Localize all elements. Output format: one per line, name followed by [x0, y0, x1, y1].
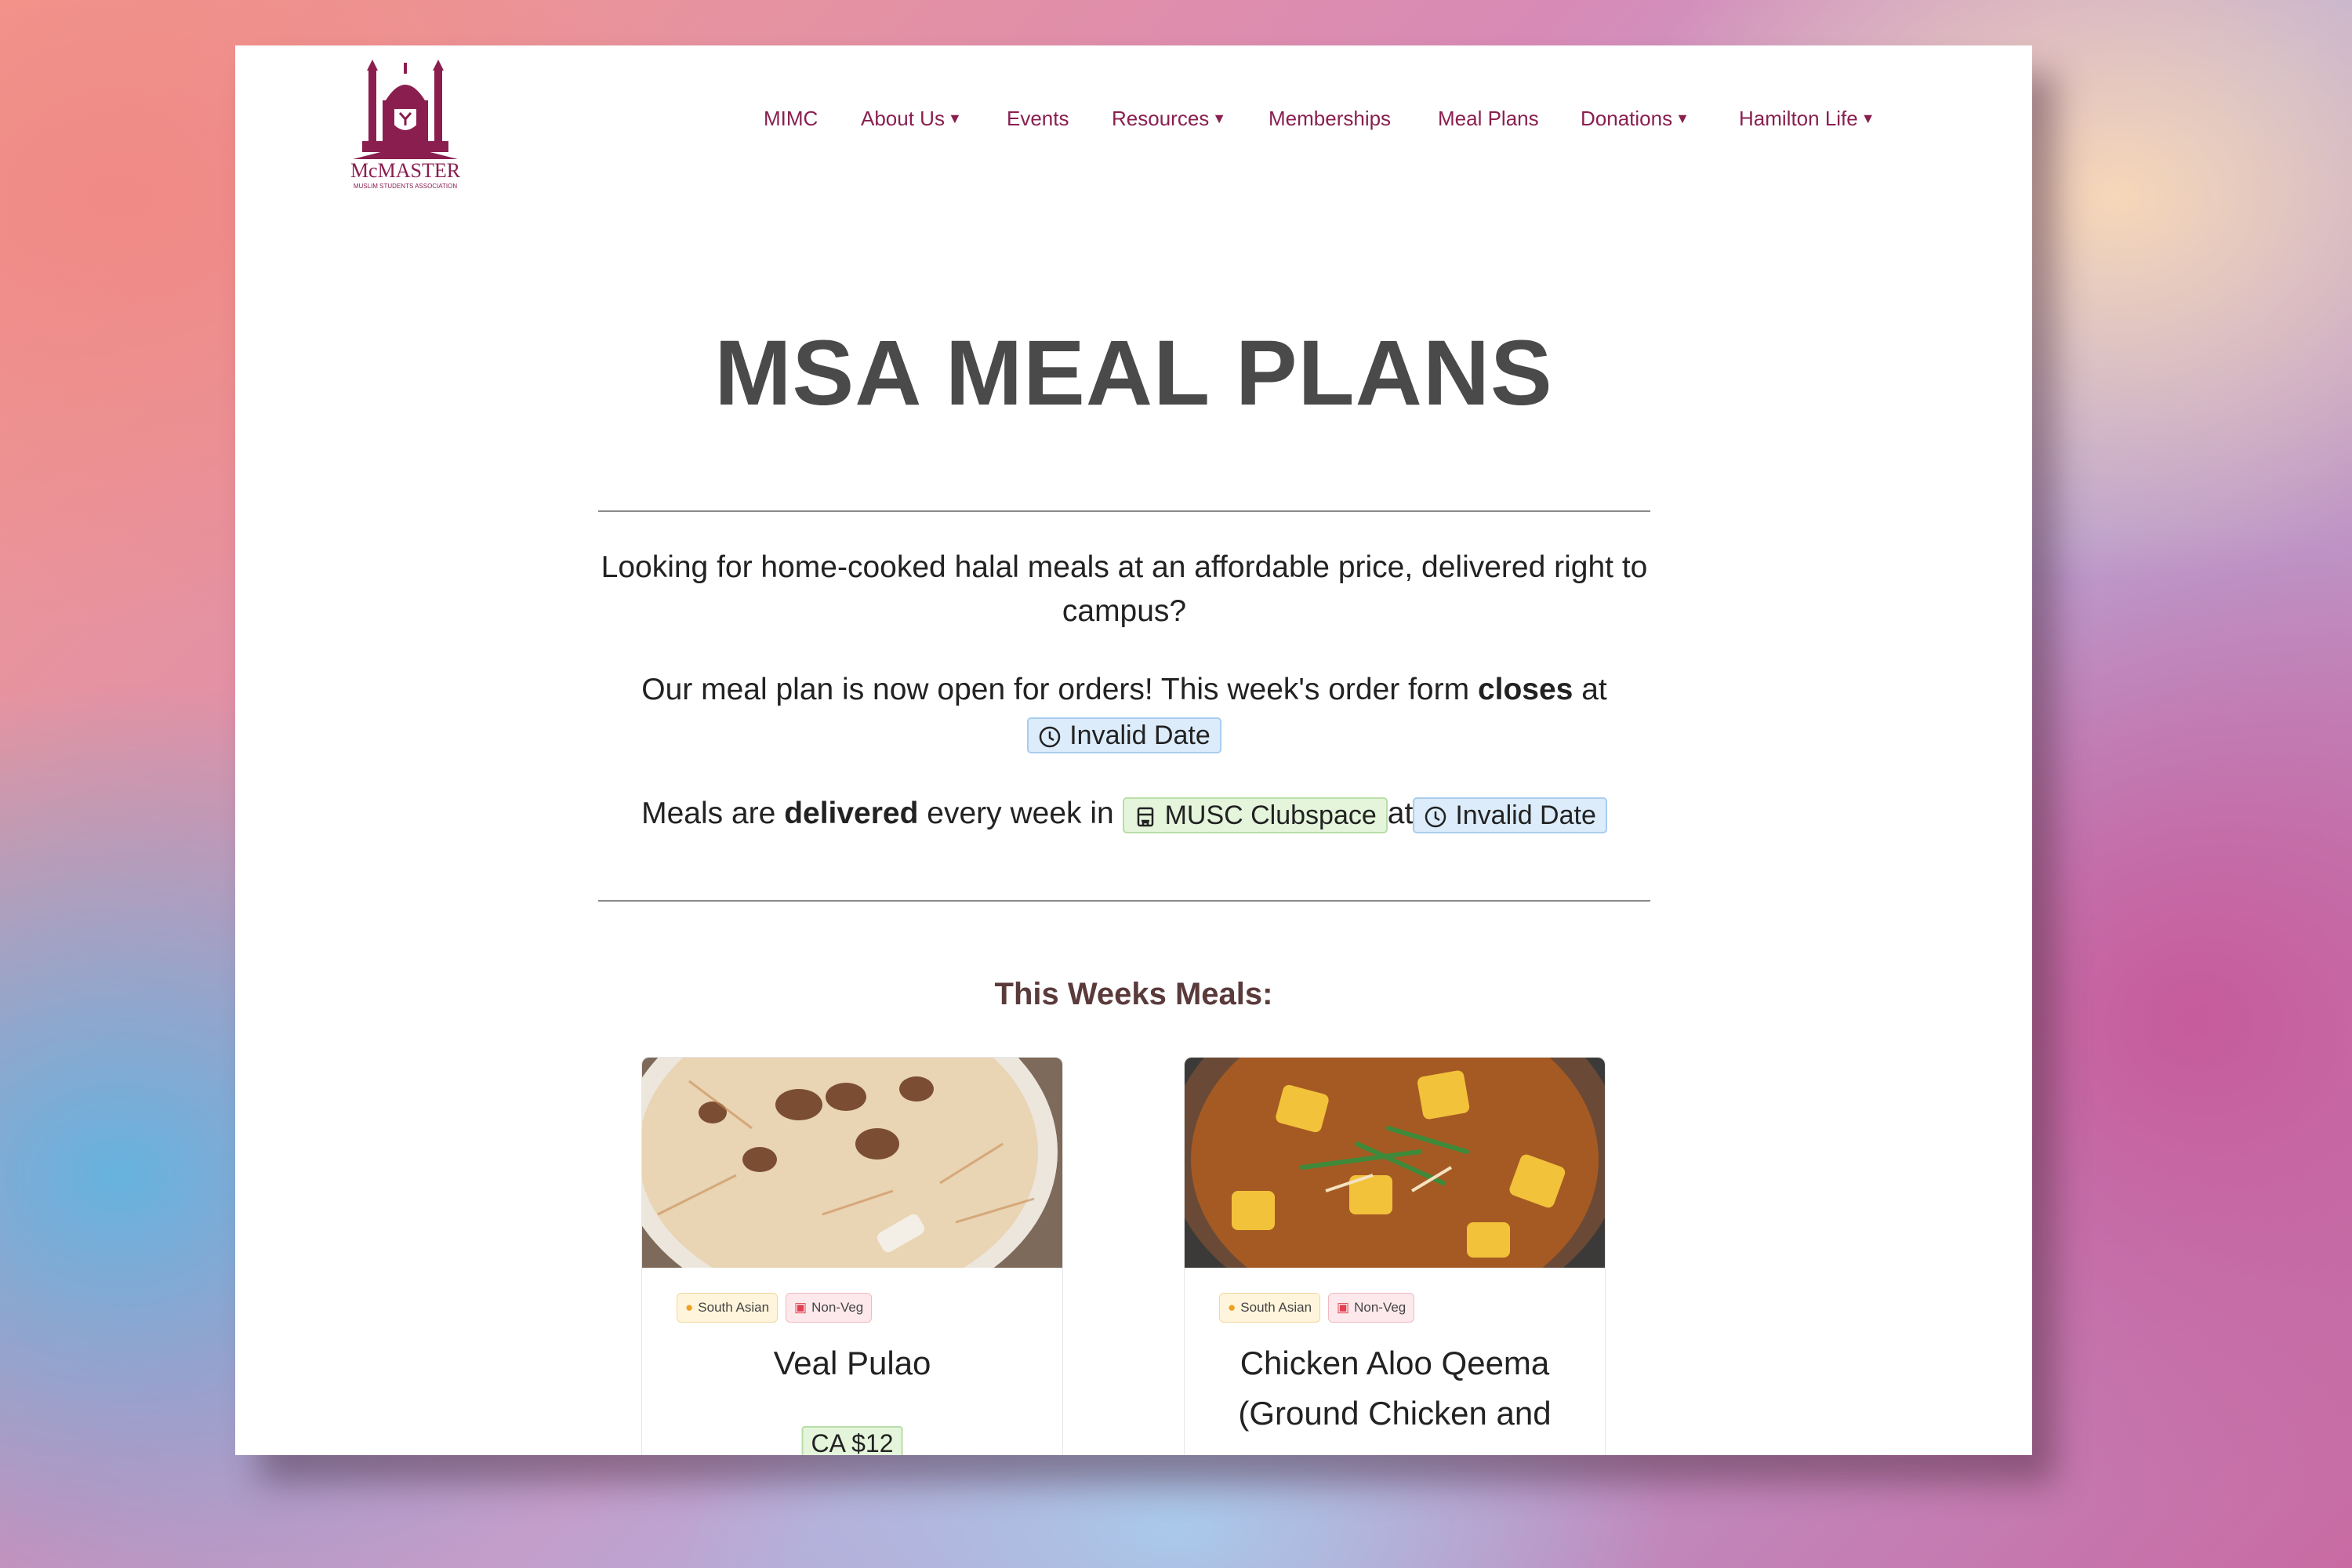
- divider: [598, 900, 1650, 902]
- delivered-bold: delivered: [784, 797, 919, 830]
- meal-tags: ● South Asian ▣ Non-Veg: [1219, 1293, 1422, 1323]
- page-title: MSA MEAL PLANS: [714, 321, 1553, 425]
- close-time-chip: Invalid Date: [1027, 717, 1221, 753]
- meal-image: [1185, 1058, 1605, 1268]
- meal-tags: ● South Asian ▣ Non-Veg: [677, 1293, 880, 1323]
- browser-page: McMASTER MUSLIM STUDENTS ASSOCIATION MIM…: [235, 45, 2032, 1455]
- delivery-paragraph: Meals are delivered every week in MUSC C…: [598, 792, 1650, 836]
- delivery-time-text: Invalid Date: [1455, 800, 1596, 830]
- nav-donations[interactable]: Donations ▼: [1581, 107, 1690, 131]
- delivery-at: at: [1387, 797, 1414, 830]
- intro-paragraph: Looking for home-cooked halal meals at a…: [598, 546, 1650, 633]
- nav-about-us[interactable]: About Us ▼: [861, 107, 962, 131]
- building-icon: [1137, 807, 1153, 826]
- delivery-text: Meals are: [641, 797, 785, 830]
- diet-tag: ▣ Non-Veg: [1328, 1293, 1415, 1323]
- meals-section-title: This Weeks Meals:: [994, 977, 1273, 1011]
- location-text: MUSC Clubspace: [1164, 800, 1377, 830]
- meal-name: Veal Pulao: [773, 1345, 931, 1381]
- order-text-at: at: [1573, 673, 1607, 706]
- intro-text: Looking for home-cooked halal meals at a…: [601, 550, 1648, 628]
- nav-memberships[interactable]: Memberships: [1269, 107, 1391, 131]
- divider: [598, 510, 1650, 512]
- meal-image: [642, 1058, 1062, 1268]
- meat-icon: ▣: [1337, 1300, 1350, 1315]
- nav-meal-plans[interactable]: Meal Plans: [1438, 107, 1539, 131]
- caret-down-icon: ▼: [1212, 111, 1227, 126]
- caret-down-icon: ▼: [947, 111, 962, 126]
- nav-events[interactable]: Events: [1007, 107, 1069, 131]
- cuisine-tag: ● South Asian: [1219, 1293, 1321, 1323]
- nav-hamilton-life[interactable]: Hamilton Life ▼: [1739, 107, 1875, 131]
- clock-icon: [1425, 806, 1446, 827]
- cuisine-tag: ● South Asian: [677, 1293, 779, 1323]
- clock-icon: [1039, 726, 1061, 747]
- meal-price: CA $12: [801, 1426, 903, 1455]
- nav-resources[interactable]: Resources ▼: [1112, 107, 1226, 131]
- caret-down-icon: ▼: [1860, 111, 1875, 126]
- delivery-text-2: every week in: [918, 797, 1114, 830]
- closes-bold: closes: [1477, 673, 1573, 706]
- diet-tag: ▣ Non-Veg: [786, 1293, 873, 1323]
- meal-card[interactable]: ● South Asian ▣ Non-Veg Veal Pulao CA $12: [641, 1057, 1063, 1455]
- meal-name: Chicken Aloo Qeema (Ground Chicken and: [1238, 1345, 1552, 1432]
- location-chip: MUSC Clubspace: [1122, 797, 1388, 833]
- flame-icon: ●: [1228, 1300, 1236, 1315]
- nav-mimc[interactable]: MIMC: [764, 107, 818, 131]
- delivery-time-chip: Invalid Date: [1413, 797, 1607, 833]
- main-nav: MIMC About Us ▼ Events Resources ▼ Members…: [235, 107, 2032, 154]
- order-form-paragraph: Our meal plan is now open for orders! Th…: [598, 668, 1650, 756]
- order-text: Our meal plan is now open for orders! Th…: [641, 673, 1478, 706]
- svg-text:McMASTER: McMASTER: [350, 159, 461, 182]
- svg-text:MUSLIM STUDENTS ASSOCIATION: MUSLIM STUDENTS ASSOCIATION: [354, 183, 458, 190]
- meat-icon: ▣: [794, 1300, 808, 1315]
- caret-down-icon: ▼: [1675, 111, 1690, 126]
- flame-icon: ●: [685, 1300, 694, 1315]
- close-time-text: Invalid Date: [1069, 720, 1210, 750]
- meal-card[interactable]: ● South Asian ▣ Non-Veg Chicken Aloo Qeema …: [1184, 1057, 1606, 1455]
